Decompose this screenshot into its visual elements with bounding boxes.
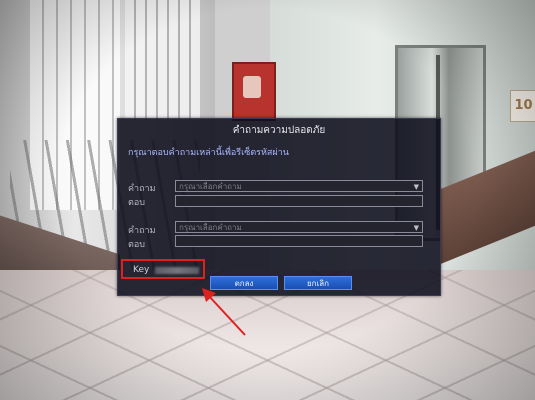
- ok-button[interactable]: ตกลง: [210, 276, 278, 290]
- key-highlight-box: Key: [121, 259, 205, 279]
- question1-label: คำถาม: [128, 184, 156, 194]
- answer2-label: ตอบ: [128, 240, 145, 250]
- answer2-input[interactable]: [175, 235, 423, 247]
- answer1-input[interactable]: [175, 195, 423, 207]
- cancel-button[interactable]: ยกเลิก: [284, 276, 352, 290]
- question2-placeholder: กรุณาเลือกคำถาม: [179, 223, 242, 232]
- chevron-down-icon: ▼: [413, 224, 419, 232]
- dialog-hint: กรุณาตอบคำถามเหล่านี้เพื่อรีเซ็ตรหัสผ่าน: [128, 148, 289, 158]
- question1-placeholder: กรุณาเลือกคำถาม: [179, 182, 242, 191]
- answer1-label: ตอบ: [128, 198, 145, 208]
- question2-select[interactable]: กรุณาเลือกคำถาม ▼: [175, 221, 423, 233]
- question2-label: คำถาม: [128, 226, 156, 236]
- chevron-down-icon: ▼: [413, 183, 419, 191]
- question1-select[interactable]: กรุณาเลือกคำถาม ▼: [175, 180, 423, 192]
- key-label: Key: [133, 265, 150, 275]
- dialog-title: คำถามความปลอดภัย: [232, 125, 326, 136]
- security-question-dialog: คำถามความปลอดภัย กรุณาตอบคำถามเหล่านี้เพ…: [117, 118, 441, 296]
- key-value-redacted: [155, 267, 199, 274]
